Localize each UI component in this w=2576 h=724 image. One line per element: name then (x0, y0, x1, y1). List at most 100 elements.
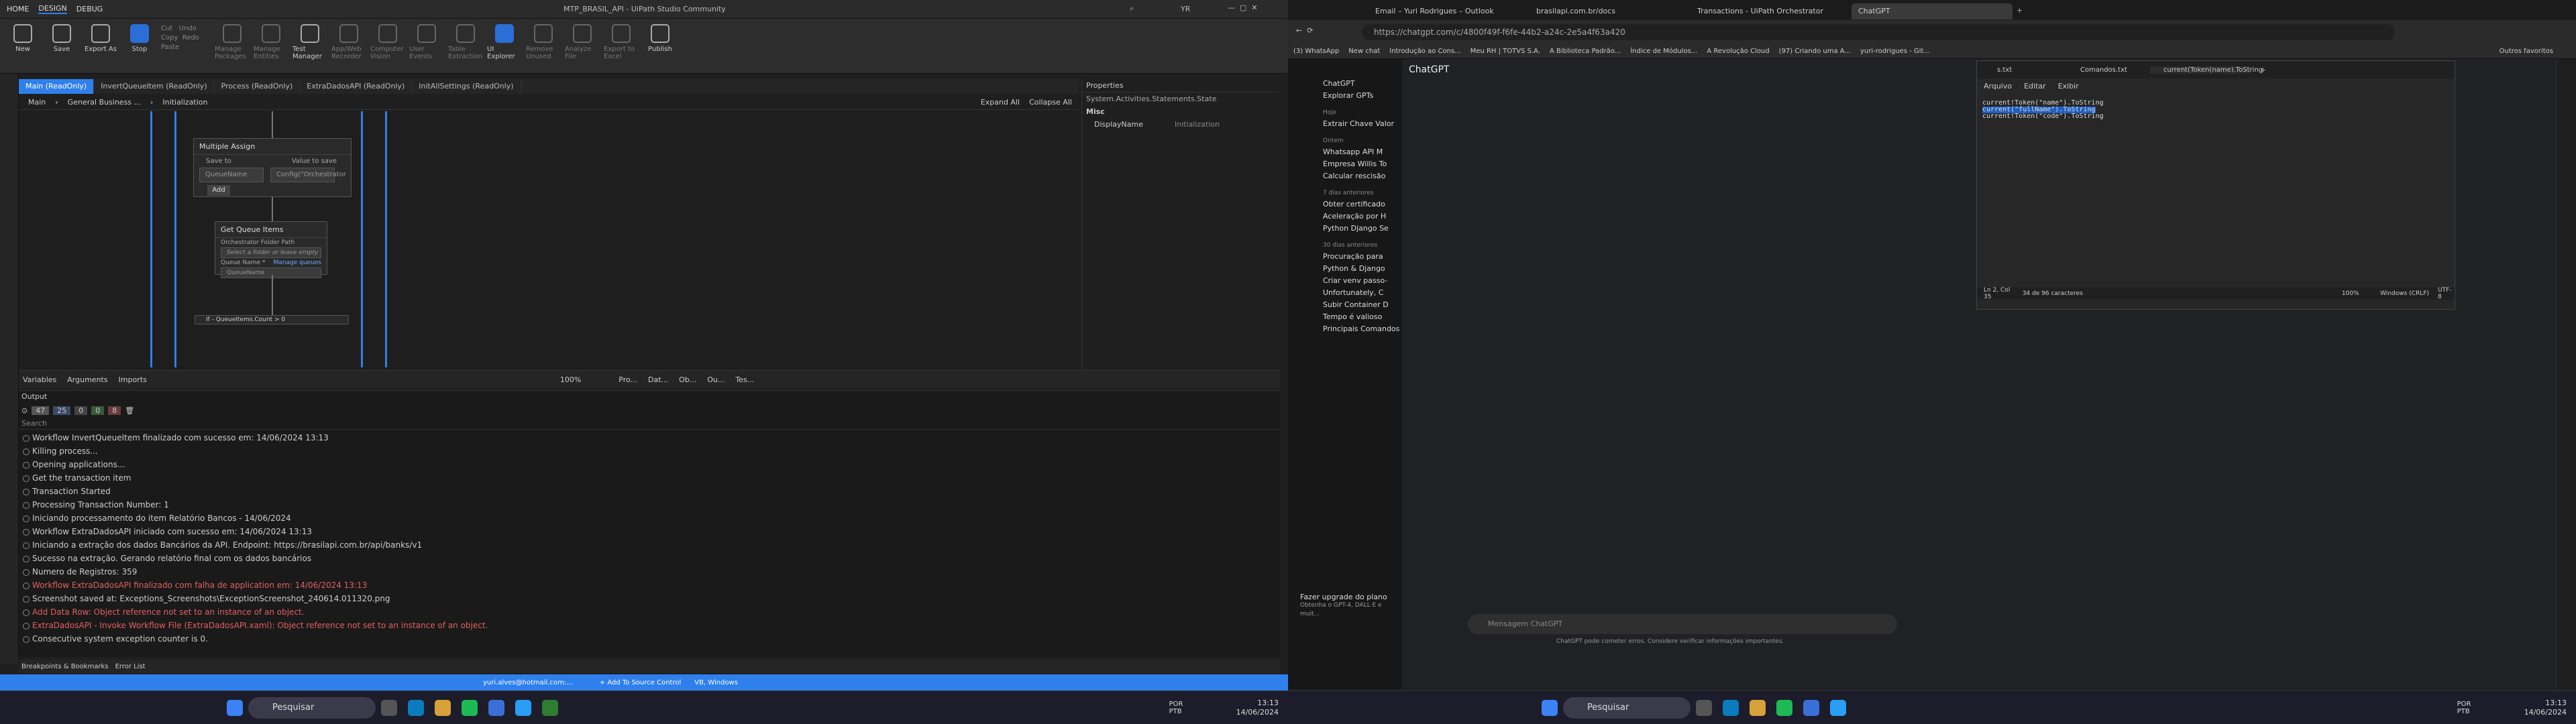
history-item[interactable]: Python Django Se (1288, 223, 1402, 235)
new-tab-button[interactable]: + (2260, 66, 2266, 74)
uipath-icon[interactable] (1803, 699, 1819, 716)
log-entry[interactable]: Iniciando a extração dos dados Bancários… (19, 538, 1280, 552)
ui-explorer-button[interactable]: UI Explorer (487, 24, 522, 60)
app-icon[interactable] (515, 699, 531, 716)
log-entry[interactable]: Add Data Row: Object reference not set t… (19, 605, 1280, 619)
doc-tab[interactable]: Main (ReadOnly) (19, 79, 95, 94)
doc-tab[interactable]: InvertQueueItem (ReadOnly) (94, 79, 215, 94)
message-input[interactable]: Mensagem ChatGPT (1468, 614, 1897, 634)
search-icon[interactable]: ⌕ (1130, 4, 1134, 13)
window-controls[interactable]: — ▢ ✕ (1228, 3, 1258, 12)
app-icon[interactable] (1830, 699, 1846, 716)
nav-buttons[interactable]: ← ⟳ (1296, 26, 1313, 35)
history-item[interactable]: Unfortunately, C (1288, 287, 1402, 299)
start-icon[interactable] (1542, 699, 1558, 716)
history-item[interactable]: Empresa Willis To (1288, 158, 1402, 170)
sidebar-item[interactable]: Explorar GPTs (1288, 90, 1402, 102)
imports-tab[interactable]: Imports (119, 375, 147, 384)
log-entry[interactable]: Processing Transaction Number: 1 (19, 498, 1280, 511)
spotify-icon[interactable] (1776, 699, 1792, 716)
favorite-link[interactable]: Meu RH | TOTVS S.A. (1470, 48, 1540, 55)
log-count[interactable]: 0 (74, 406, 88, 415)
menu-arquivo[interactable]: Arquivo (1984, 82, 2012, 90)
new-chat-icon[interactable] (1288, 60, 1402, 72)
undo-button[interactable]: Undo (179, 25, 197, 32)
breadcrumb-item[interactable]: Initialization (162, 98, 207, 107)
user-initials[interactable]: YR (1181, 5, 1190, 13)
uipath-icon[interactable] (488, 699, 504, 716)
get-queue-items-activity[interactable]: Get Queue Items Orchestrator Folder Path… (215, 221, 327, 278)
add-button[interactable]: Add (207, 185, 230, 196)
doc-tab[interactable]: Process (ReadOnly) (215, 79, 301, 94)
log-entry[interactable]: Get the transaction item (19, 471, 1280, 485)
log-entry[interactable]: Killing process... (19, 444, 1280, 458)
breakpoints-tab[interactable]: Breakpoints & Bookmarks (21, 663, 109, 670)
favorite-link[interactable]: Índice de Módulos... (1630, 48, 1697, 55)
clock[interactable]: 13:13 14/06/2024 (2524, 699, 2567, 717)
export-excel-button[interactable]: Export to Excel (604, 24, 639, 60)
edge-icon[interactable] (408, 699, 424, 716)
favorite-link[interactable]: (97) Criando uma A... (1779, 48, 1851, 55)
upgrade-plan[interactable]: Fazer upgrade do plano Obtenha o GPT-4, … (1300, 593, 1402, 619)
panel-tab[interactable]: Dat... (648, 375, 668, 384)
tab-home[interactable]: HOME (7, 5, 29, 13)
log-entry[interactable]: Iniciando processamento do item Relatóri… (19, 511, 1280, 525)
cut-button[interactable]: Cut (161, 25, 172, 32)
history-item[interactable]: Aceleração por H (1288, 210, 1402, 223)
log-entry[interactable]: ExtraDadosAPI - Invoke Workflow File (Ex… (19, 619, 1280, 632)
table-extraction-button[interactable]: Table Extraction (448, 24, 483, 60)
test-manager-button[interactable]: Test Manager (292, 24, 327, 60)
favorite-link[interactable]: (3) WhatsApp (1293, 48, 1339, 55)
if-activity[interactable]: If - QueueItems.Count > 0 (195, 315, 349, 324)
zoom-level[interactable]: 100% (560, 375, 581, 384)
panel-tab[interactable]: Ob... (679, 375, 696, 384)
user-events-button[interactable]: User Events (409, 24, 444, 60)
notepad-tab[interactable]: s.txt (1984, 66, 2064, 74)
manage-entities-button[interactable]: Manage Entities (254, 24, 288, 60)
address-bar[interactable]: https://chatgpt.com/c/4800f49f-f6fe-44b2… (1362, 24, 2395, 40)
folder-path-input[interactable]: Select a folder or leave empty for curre… (221, 247, 321, 258)
log-entry[interactable]: Sucesso na extração. Gerando relatório f… (19, 552, 1280, 565)
filter-icon[interactable]: ⊙ (21, 406, 28, 415)
history-item[interactable]: Python & Django (1288, 263, 1402, 275)
favorite-link[interactable]: A Biblioteca Padrão... (1550, 48, 1621, 55)
panel-tab[interactable]: Tes... (735, 375, 754, 384)
menu-editar[interactable]: Editar (2024, 82, 2046, 90)
history-item[interactable]: Obter certificado (1288, 198, 1402, 210)
log-count[interactable]: 8 (108, 406, 121, 415)
history-item[interactable]: Principais Comandos Docker (1288, 323, 1402, 335)
collapse-all-button[interactable]: Collapse All (1029, 98, 1072, 107)
notepad-tab[interactable]: current(Token(name).ToString (2150, 66, 2263, 74)
log-count[interactable]: 25 (53, 406, 71, 415)
favorite-link[interactable]: yuri-rodrigues - Git... (1860, 48, 1930, 55)
computer-vision-button[interactable]: Computer Vision (370, 24, 405, 60)
log-entry[interactable]: Workflow ExtraDadosAPI iniciado com suce… (19, 525, 1280, 538)
history-item[interactable]: Whatsapp API M (1288, 146, 1402, 158)
export-button[interactable]: Export As (83, 24, 118, 53)
language-indicator[interactable]: POR PTB (2457, 701, 2484, 715)
analyze-file-button[interactable]: Analyze File (565, 24, 600, 60)
queue-name-input[interactable]: QueueName (221, 267, 321, 278)
arguments-tab[interactable]: Arguments (67, 375, 107, 384)
misc-category[interactable]: Misc (1082, 106, 1279, 118)
remove-unused-button[interactable]: Remove Unused (526, 24, 561, 60)
designer-canvas[interactable]: Multiple Assign Save to Value to save Que… (19, 111, 1079, 370)
history-item[interactable]: Calcular rescisão (1288, 170, 1402, 182)
edge-sidebar[interactable] (2556, 59, 2576, 689)
panel-tab[interactable]: Ou... (707, 375, 724, 384)
source-control-button[interactable]: + Add To Source Control (600, 679, 681, 686)
taskview-icon[interactable] (1696, 699, 1712, 716)
notepad-tab[interactable]: Comandos.txt (2067, 66, 2147, 74)
log-entry[interactable]: Workflow InvertQueueItem finalizado com … (19, 431, 1280, 444)
property-value[interactable]: Initialization (1175, 120, 1220, 129)
copy-button[interactable]: Copy (161, 34, 178, 42)
favorite-link[interactable]: Introdução ao Cons... (1389, 48, 1460, 55)
browser-tab[interactable]: brasilapi.com.br/docs (1529, 3, 1690, 19)
browser-tab[interactable]: ChatGPT (1851, 3, 2012, 19)
panel-tab[interactable]: Pro... (619, 375, 637, 384)
notepad-text-area[interactable]: current!Token("name").ToString current("… (1977, 93, 2455, 288)
multiple-assign-activity[interactable]: Multiple Assign Save to Value to save Que… (193, 138, 352, 197)
explorer-icon[interactable] (435, 699, 451, 716)
paste-button[interactable]: Paste (161, 44, 179, 51)
log-entry[interactable]: Workflow ExtraDadosAPI finalizado com fa… (19, 579, 1280, 592)
